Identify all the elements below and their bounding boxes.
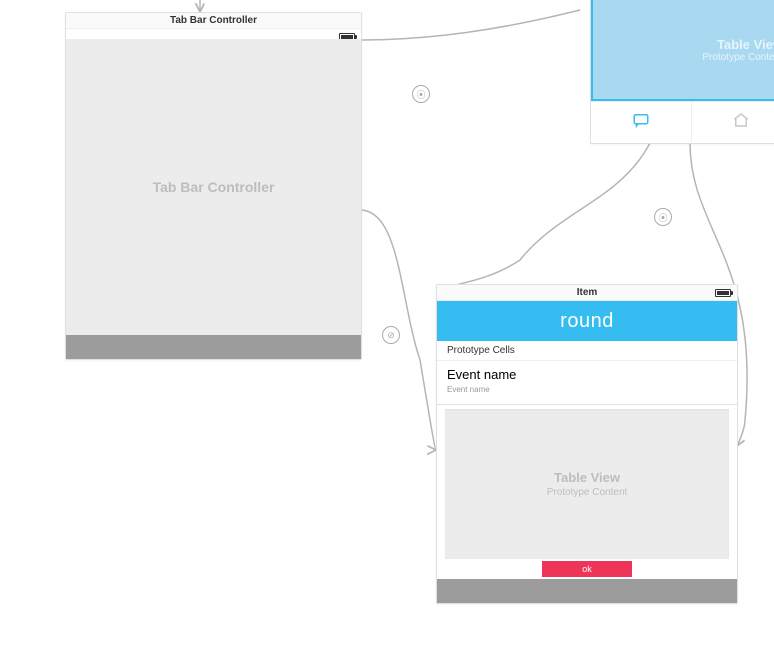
prototype-cell[interactable]: Event name Event name [437,361,737,405]
scene-item[interactable]: Item round Prototype Cells Event name Ev… [436,284,738,604]
table-view[interactable]: Prototype Cells Event name Event name Ta… [437,341,737,579]
navigation-bar[interactable]: round [437,301,737,341]
placeholder-label: Tab Bar Controller [153,179,275,195]
action-button[interactable]: ok [542,561,632,577]
table-view-placeholder: Table View Prototype Content [445,409,729,559]
scene-title: Tab Bar Controller [66,13,361,29]
table-view-label: Table View [554,470,620,485]
tab-item-chat[interactable] [591,102,692,142]
prototype-content-label: Prototype Content [702,52,774,63]
bottom-bar [437,579,737,603]
table-view-label: Table View [717,37,774,52]
table-view-selected[interactable]: Table View Prototype Content [591,0,774,101]
scene-partial-table-view[interactable]: Table View Prototype Content [590,0,774,144]
battery-icon [715,289,731,297]
segue-badge-icon[interactable]: ⊘ [382,326,400,344]
scene-title-text: Tab Bar Controller [170,15,257,26]
prototype-content-label: Prototype Content [547,487,628,498]
tab-item-home[interactable] [692,102,774,142]
cell-subtitle-label: Event name [447,385,727,394]
segue-badge-icon[interactable]: ⦿ [654,208,672,226]
scene-tab-bar-controller[interactable]: Tab Bar Controller Tab Bar Controller [65,12,362,360]
chat-icon [632,111,650,134]
cell-title-label: Event name [447,367,727,382]
scene-title-text: Item [577,287,598,298]
scene-title: Item [437,285,737,301]
home-icon [732,111,750,134]
prototype-cells-label: Prototype Cells [437,341,737,361]
navbar-title: round [560,310,614,333]
tab-bar-controller-placeholder: Tab Bar Controller [66,39,361,335]
tab-bar-area[interactable] [66,335,361,359]
tab-bar [591,101,774,142]
segue-badge-icon[interactable]: ⦿ [412,85,430,103]
action-button-label: ok [582,564,592,574]
